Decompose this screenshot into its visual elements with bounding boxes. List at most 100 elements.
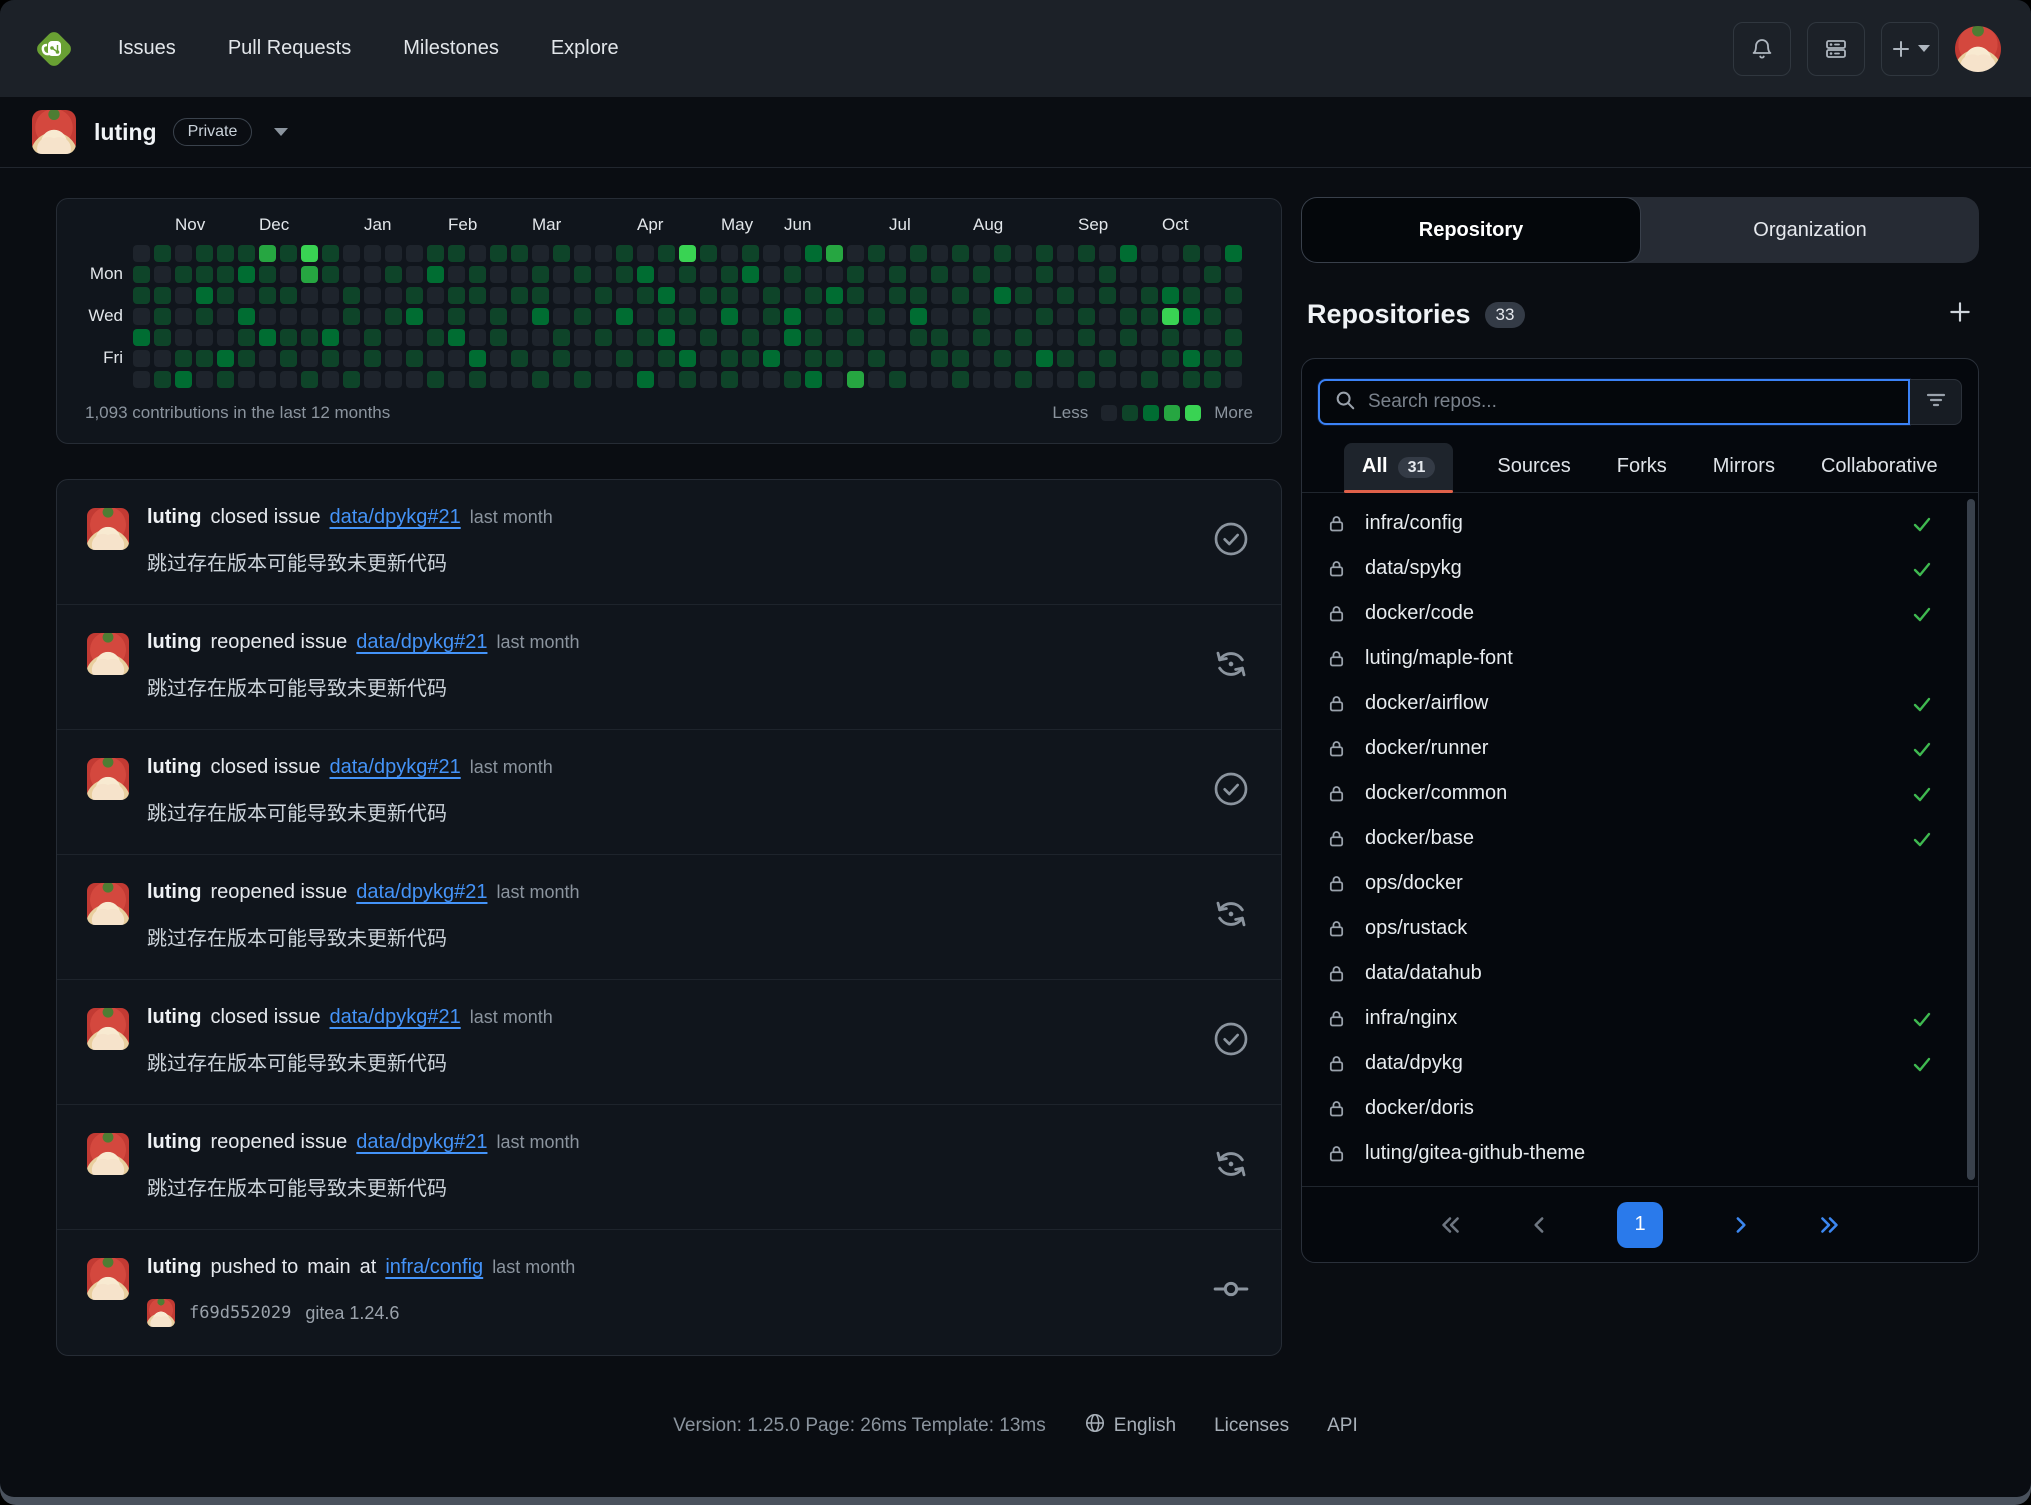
feed-actor-avatar[interactable]: [87, 508, 129, 550]
filter-tab-sources[interactable]: Sources: [1495, 443, 1572, 492]
heatmap-cell: [532, 287, 549, 304]
feed-actor-avatar[interactable]: [87, 1008, 129, 1050]
heatmap-cell: [259, 308, 276, 325]
heatmap-cell: [1225, 287, 1242, 304]
feed-actor-name[interactable]: luting: [147, 1131, 201, 1154]
feed-actor-avatar[interactable]: [87, 883, 129, 925]
feed-actor-avatar[interactable]: [87, 758, 129, 800]
feed-comment-text: 跳过存在版本可能导致未更新代码: [147, 797, 1193, 826]
repo-list-item[interactable]: infra/config: [1302, 501, 1978, 546]
nav-link-explore[interactable]: Explore: [551, 37, 619, 60]
repo-list-item[interactable]: ops/rustack: [1302, 906, 1978, 951]
heatmap-cell: [910, 245, 927, 262]
heatmap-cell: [910, 287, 927, 304]
notifications-button[interactable]: [1733, 22, 1791, 76]
repo-check-icon: [1910, 827, 1934, 851]
feed-actor-name[interactable]: luting: [147, 506, 201, 529]
repo-list-item[interactable]: luting/maple-font: [1302, 636, 1978, 681]
feed-actor-name[interactable]: luting: [147, 756, 201, 779]
heatmap-cell: [364, 287, 381, 304]
feed-target-link[interactable]: data/dpykg#21: [356, 1131, 487, 1154]
repo-list-item[interactable]: data/datahub: [1302, 951, 1978, 996]
heatmap-cell: [175, 245, 192, 262]
feed-target-link[interactable]: data/dpykg#21: [356, 631, 487, 654]
feed-actor-name[interactable]: luting: [147, 881, 201, 904]
repo-name: docker/airflow: [1365, 692, 1488, 715]
feed-actor-avatar[interactable]: [87, 1258, 129, 1300]
repo-list-item[interactable]: docker/runner: [1302, 726, 1978, 771]
api-link[interactable]: API: [1327, 1415, 1358, 1437]
heatmap-cell: [721, 308, 738, 325]
new-repository-button[interactable]: [1947, 299, 1973, 330]
repo-list-item[interactable]: infra/nginx: [1302, 996, 1978, 1041]
filter-tab-all[interactable]: All31: [1344, 443, 1453, 492]
heatmap-cell: [1120, 350, 1137, 367]
search-input[interactable]: [1368, 391, 1894, 413]
heatmap-cell: [1120, 371, 1137, 388]
feed-target-link[interactable]: data/dpykg#21: [330, 756, 461, 779]
heatmap-cell: [427, 287, 444, 304]
first-page-button[interactable]: [1437, 1212, 1463, 1238]
heatmap-cell: [448, 287, 465, 304]
feed-target-link[interactable]: data/dpykg#21: [330, 506, 461, 529]
heatmap-cell: [763, 308, 780, 325]
repo-filter-button[interactable]: [1910, 379, 1962, 425]
repo-check-icon: [1910, 1007, 1934, 1031]
heatmap-cell: [784, 245, 801, 262]
feed-item-body: lutingreopened issuedata/dpykg#21last mo…: [147, 881, 1193, 951]
nav-link-milestones[interactable]: Milestones: [403, 37, 499, 60]
feed-actor-avatar[interactable]: [87, 633, 129, 675]
filter-tab-mirrors[interactable]: Mirrors: [1711, 443, 1777, 492]
heatmap-cell: [427, 329, 444, 346]
create-new-button[interactable]: [1881, 22, 1939, 76]
nav-link-issues[interactable]: Issues: [118, 37, 176, 60]
profile-dropdown-caret-icon[interactable]: [274, 128, 288, 136]
nav-link-pull-requests[interactable]: Pull Requests: [228, 37, 351, 60]
feed-target-link[interactable]: infra/config: [385, 1256, 483, 1279]
repo-list-item[interactable]: docker/doris: [1302, 1086, 1978, 1131]
repo-list-item[interactable]: luting/gitea-github-theme: [1302, 1131, 1978, 1176]
repo-list-item[interactable]: docker/airflow: [1302, 681, 1978, 726]
feed-target-link[interactable]: data/dpykg#21: [356, 881, 487, 904]
filter-tab-forks[interactable]: Forks: [1615, 443, 1669, 492]
repo-list-item[interactable]: data/spykg: [1302, 546, 1978, 591]
admin-panel-button[interactable]: [1807, 22, 1865, 76]
scope-tab-organization[interactable]: Organization: [1641, 197, 1979, 263]
repo-list-item[interactable]: docker/base: [1302, 816, 1978, 861]
feed-commit-row: f69d552029gitea 1.24.6: [147, 1299, 1193, 1327]
feed-actor-name[interactable]: luting: [147, 631, 201, 654]
scope-tab-repository[interactable]: Repository: [1301, 197, 1641, 263]
gitea-logo-icon[interactable]: [30, 25, 78, 73]
feed-actor-avatar[interactable]: [87, 1133, 129, 1175]
heatmap-month-label: Aug: [973, 215, 1003, 235]
feed-comment-text: 跳过存在版本可能导致未更新代码: [147, 1172, 1193, 1201]
feed-actor-name[interactable]: luting: [147, 1256, 201, 1279]
prev-page-button[interactable]: [1527, 1212, 1553, 1238]
heatmap-cell: [532, 245, 549, 262]
feed-actor-name[interactable]: luting: [147, 1006, 201, 1029]
heatmap-cell: [889, 329, 906, 346]
current-page-button[interactable]: 1: [1617, 1202, 1663, 1248]
heatmap-cell: [574, 287, 591, 304]
feed-target-link[interactable]: data/dpykg#21: [330, 1006, 461, 1029]
profile-avatar[interactable]: [32, 110, 76, 154]
repo-list-item[interactable]: docker/code: [1302, 591, 1978, 636]
commit-hash-link[interactable]: f69d552029: [189, 1303, 291, 1323]
language-selector[interactable]: English: [1084, 1412, 1176, 1440]
heatmap-cell: [1204, 329, 1221, 346]
scrollbar-thumb[interactable]: [1967, 499, 1975, 1180]
repo-list-item[interactable]: ops/docker: [1302, 861, 1978, 906]
user-avatar[interactable]: [1955, 26, 2001, 72]
licenses-link[interactable]: Licenses: [1214, 1415, 1289, 1437]
heatmap-cell: [133, 371, 150, 388]
heatmap-cell: [1057, 266, 1074, 283]
last-page-button[interactable]: [1817, 1212, 1843, 1238]
heatmap-cell: [1162, 371, 1179, 388]
heatmap-cell: [343, 308, 360, 325]
heatmap-cell: [721, 329, 738, 346]
filter-tab-collaborative[interactable]: Collaborative: [1819, 443, 1940, 492]
repo-list-item[interactable]: docker/common: [1302, 771, 1978, 816]
footer: Version: 1.25.0 Page: 26ms Template: 13m…: [0, 1412, 2031, 1440]
repo-list-item[interactable]: data/dpykg: [1302, 1041, 1978, 1086]
next-page-button[interactable]: [1727, 1212, 1753, 1238]
